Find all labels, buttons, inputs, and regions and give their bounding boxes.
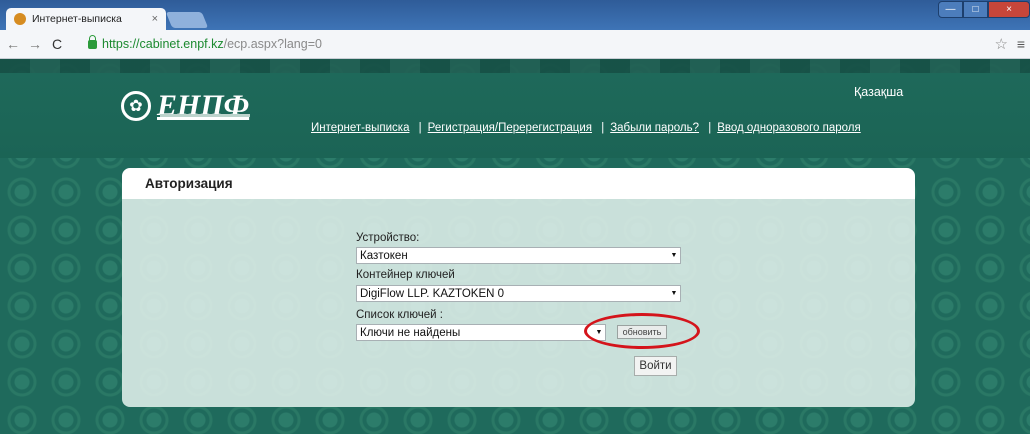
forward-arrow-icon[interactable]: →: [26, 36, 44, 52]
browser-titlebar: Интернет-выписка × — □ ×: [0, 0, 1030, 30]
nav-separator: |: [601, 122, 605, 134]
back-arrow-icon[interactable]: ←: [4, 36, 22, 52]
window-controls: — □ ×: [938, 1, 1030, 18]
address-bar[interactable]: https://cabinet.enpf.kz/ecp.aspx?lang=0: [88, 34, 1008, 54]
logo-text: ЕНПФ: [157, 89, 250, 122]
lock-icon: [88, 34, 97, 49]
url-host: https://cabinet.enpf.kz: [102, 37, 224, 51]
browser-menu-icon[interactable]: ≡: [1017, 36, 1025, 52]
nav-registration[interactable]: Регистрация/Перерегистрация: [428, 122, 592, 134]
nav-forgot-password[interactable]: Забыли пароль?: [610, 122, 699, 134]
url-path: /ecp.aspx?lang=0: [223, 37, 322, 51]
container-select[interactable]: DigiFlow LLP. KAZTOKEN 0 ▼: [356, 285, 681, 302]
device-select-value: Казтокен: [360, 249, 408, 262]
reload-icon[interactable]: C: [48, 36, 66, 52]
keys-select-value: Ключи не найдены: [360, 326, 461, 339]
tab-close-icon[interactable]: ×: [152, 13, 158, 25]
keys-select[interactable]: Ключи не найдены ▼: [356, 324, 606, 341]
login-button[interactable]: Войти: [634, 356, 677, 376]
nav-separator: |: [708, 122, 712, 134]
device-label: Устройство:: [356, 232, 420, 244]
nav-separator: |: [418, 122, 422, 134]
top-nav: Интернет-выписка | Регистрация/Перерегист…: [311, 122, 861, 134]
device-select[interactable]: Казтокен ▼: [356, 247, 681, 264]
dropdown-arrow-icon: ▼: [670, 252, 678, 259]
container-select-value: DigiFlow LLP. KAZTOKEN 0: [360, 287, 505, 300]
site-logo[interactable]: ✿ ЕНПФ: [121, 89, 249, 123]
window-close-button[interactable]: ×: [988, 1, 1030, 18]
highlight-circle: [584, 313, 700, 349]
keys-label: Список ключей :: [356, 309, 443, 321]
logo-emblem-icon: ✿: [121, 91, 151, 121]
site-favicon-icon: [14, 13, 26, 25]
nav-one-time-password[interactable]: Ввод одноразового пароля: [717, 122, 861, 134]
page-background: ✿ ЕНПФ Қазақша Интернет-выписка | Регистр…: [0, 59, 1030, 434]
page-title: Авторизация: [145, 176, 233, 191]
tab-title: Интернет-выписка: [32, 13, 122, 25]
language-link[interactable]: Қазақша: [854, 85, 903, 99]
browser-tab[interactable]: Интернет-выписка ×: [6, 8, 166, 30]
auth-panel-header: Авторизация: [122, 168, 915, 199]
auth-panel: Устройство: Казтокен ▼ Контейнер ключей …: [122, 199, 915, 407]
container-label: Контейнер ключей: [356, 269, 455, 281]
window-minimize-button[interactable]: —: [938, 1, 963, 18]
logo-tagline-decoration: [160, 114, 250, 117]
new-tab-button[interactable]: [165, 12, 209, 28]
bookmark-star-icon[interactable]: ☆: [995, 35, 1008, 53]
dropdown-arrow-icon: ▼: [670, 290, 678, 297]
browser-toolbar: ← → C https://cabinet.enpf.kz/ecp.aspx?l…: [0, 30, 1030, 59]
window-maximize-button[interactable]: □: [963, 1, 988, 18]
nav-internet-statement[interactable]: Интернет-выписка: [311, 122, 409, 134]
